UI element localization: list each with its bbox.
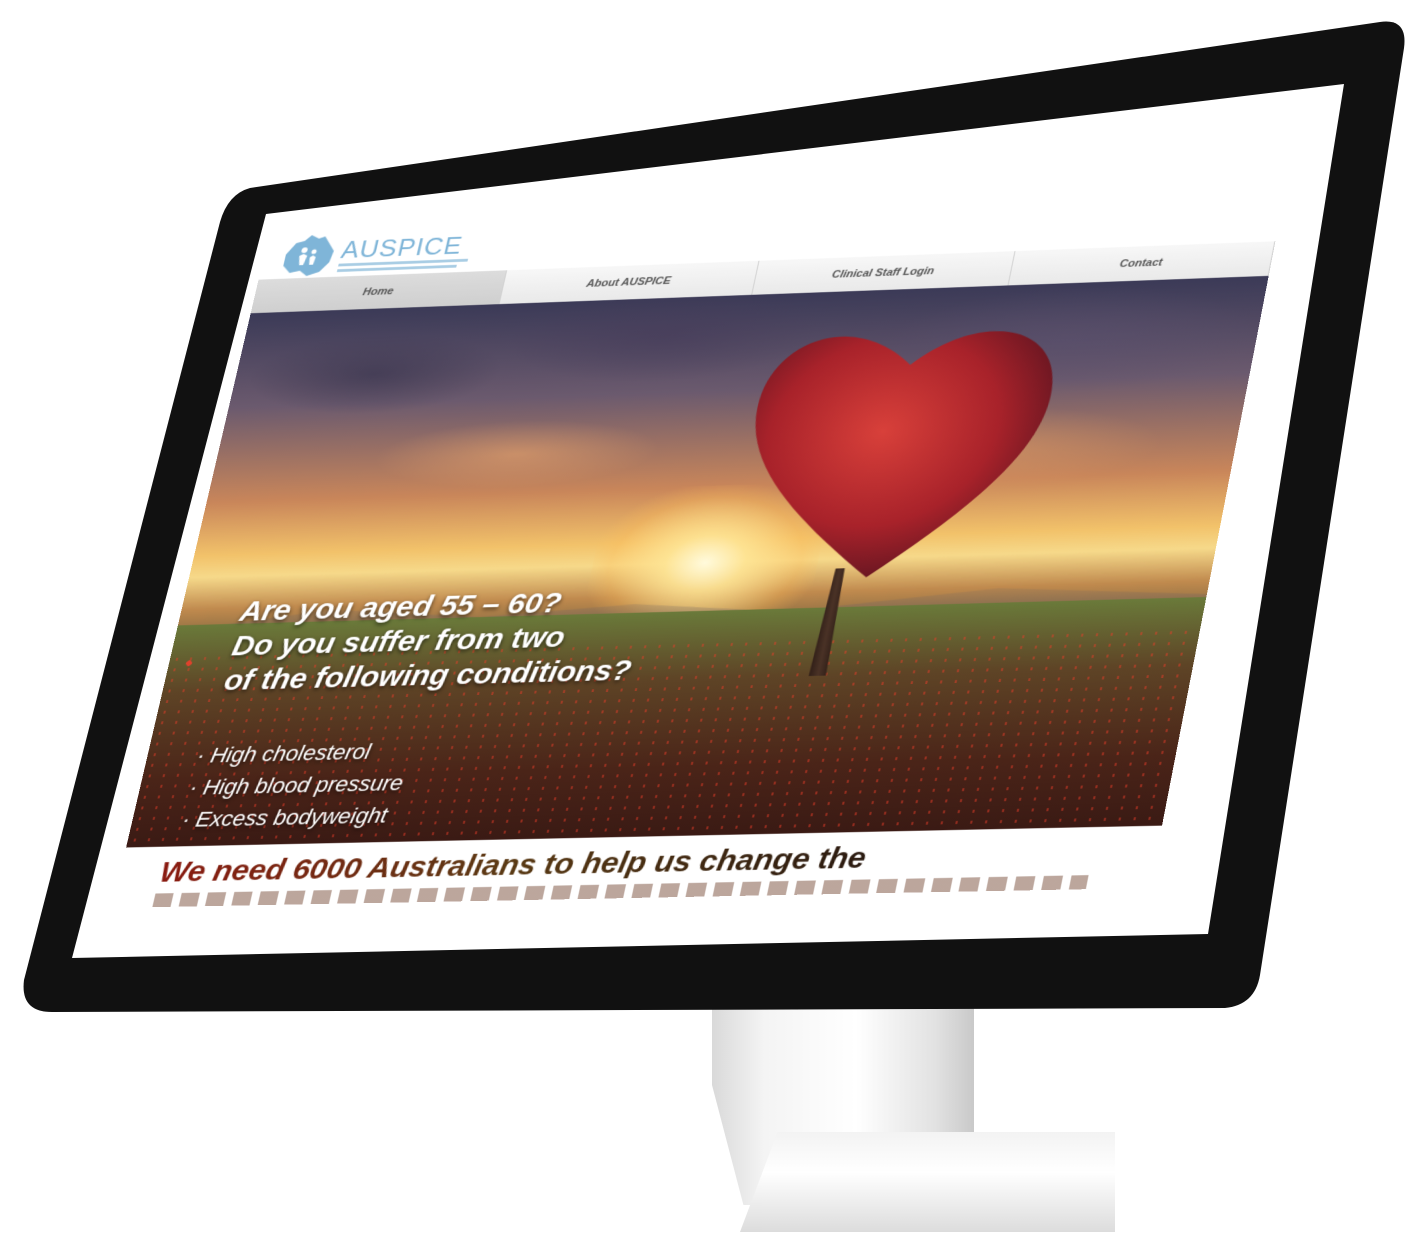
condition-item: · High cholesterol [194,739,374,768]
condition-item: · High blood pressure [187,770,406,800]
condition-item: · Excess bodyweight [179,802,390,832]
browser-viewport: AUSPICE Home About AUSPICE Clinical Staf… [111,181,1287,908]
heart-tree-icon [709,302,1077,592]
hero-banner: Are you aged 55 – 60? Do you suffer from… [126,275,1269,848]
conditions-list: · High cholesterol · High blood pressure… [179,734,414,835]
australia-map-family-icon [282,234,333,276]
hero-question: Are you aged 55 – 60? Do you suffer from… [221,583,650,698]
monitor-mockup: AUSPICE Home About AUSPICE Clinical Staf… [0,0,1423,1254]
